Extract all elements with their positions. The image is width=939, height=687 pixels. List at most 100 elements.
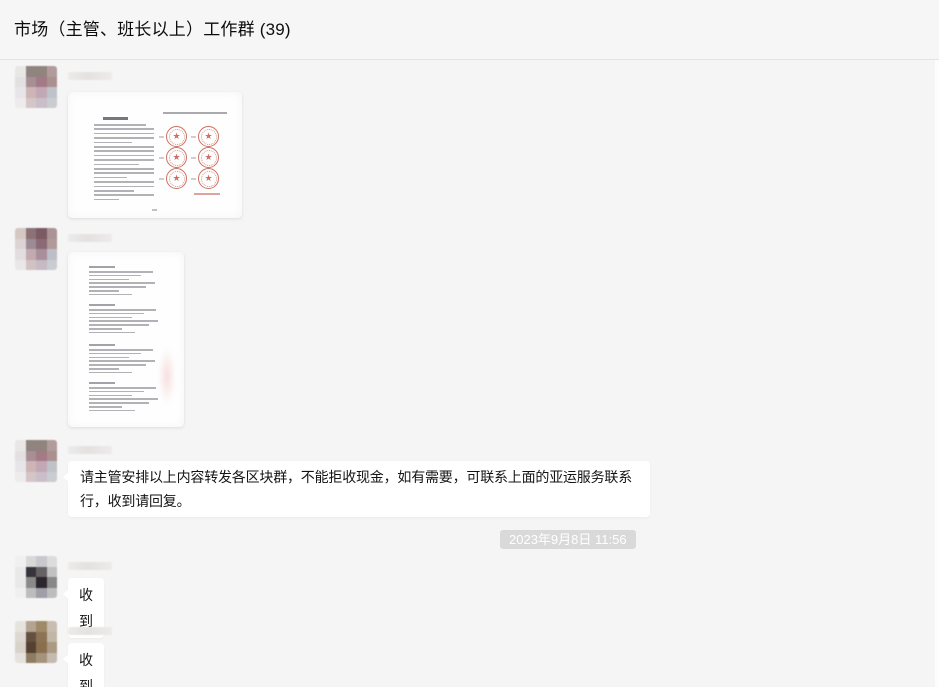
doc-text-line bbox=[94, 150, 154, 152]
avatar-pixel bbox=[36, 577, 47, 588]
avatar-pixel bbox=[36, 77, 47, 88]
doc-text-line bbox=[89, 332, 135, 334]
avatar-pixel bbox=[36, 66, 47, 77]
doc-text-line bbox=[89, 328, 122, 330]
avatar-pixel bbox=[15, 228, 26, 239]
avatar-pixel bbox=[26, 621, 37, 632]
doc-block-header-line bbox=[89, 382, 115, 384]
doc-mark bbox=[159, 136, 164, 138]
avatar-pixel bbox=[15, 98, 26, 109]
avatar-pixel bbox=[26, 588, 37, 599]
avatar[interactable] bbox=[15, 228, 57, 270]
doc-text-line bbox=[94, 146, 154, 148]
doc-text-line bbox=[89, 353, 141, 355]
doc-text-line bbox=[89, 275, 141, 277]
attachment-image-document-text[interactable] bbox=[68, 252, 184, 427]
doc-block-header-line bbox=[89, 344, 115, 346]
avatar-pixel bbox=[47, 239, 58, 250]
avatar-pixel bbox=[26, 260, 37, 271]
avatar-pixel bbox=[15, 621, 26, 632]
avatar-pixel bbox=[36, 632, 47, 643]
doc-text-line bbox=[94, 177, 127, 179]
avatar-pixel bbox=[36, 440, 47, 451]
doc-text-line bbox=[89, 349, 153, 351]
doc-block-header-line bbox=[89, 304, 115, 306]
doc-text-line bbox=[89, 313, 144, 315]
avatar-pixel bbox=[26, 66, 37, 77]
doc-text-line bbox=[94, 181, 154, 183]
doc-text-line bbox=[89, 395, 132, 397]
sender-name-redacted bbox=[68, 627, 112, 635]
avatar-pixel bbox=[26, 577, 37, 588]
doc-text-line bbox=[89, 282, 155, 284]
avatar-pixel bbox=[47, 588, 58, 599]
doc-text-line bbox=[89, 402, 149, 404]
doc-text-line bbox=[89, 364, 146, 366]
avatar[interactable] bbox=[15, 621, 57, 663]
chat-header: 市场（主管、班长以上）工作群 (39) bbox=[0, 0, 939, 60]
avatar-pixel bbox=[15, 577, 26, 588]
avatar-pixel bbox=[47, 642, 58, 653]
timestamp-badge: 2023年9月8日 11:56 bbox=[500, 530, 636, 549]
avatar-pixel bbox=[15, 77, 26, 88]
avatar-pixel bbox=[15, 461, 26, 472]
star-icon: ★ bbox=[199, 148, 218, 167]
doc-text-line bbox=[94, 168, 154, 170]
avatar-pixel bbox=[26, 567, 37, 578]
avatar-pixel bbox=[15, 556, 26, 567]
sender-name-redacted bbox=[68, 562, 112, 570]
doc-text-line bbox=[89, 410, 135, 412]
doc-text-line bbox=[94, 186, 154, 188]
doc-mark bbox=[191, 178, 196, 180]
star-icon: ★ bbox=[199, 127, 218, 146]
doc-text-line bbox=[89, 360, 155, 362]
doc-header-line bbox=[163, 112, 227, 114]
red-seal-stamp-icon: ★ bbox=[166, 168, 187, 189]
avatar-pixel bbox=[15, 472, 26, 483]
avatar-pixel bbox=[47, 472, 58, 483]
doc-text-line bbox=[94, 155, 154, 157]
doc-mark bbox=[159, 178, 164, 180]
red-seal-stamp-icon: ★ bbox=[198, 147, 219, 168]
avatar-pixel bbox=[36, 451, 47, 462]
doc-text-line bbox=[89, 387, 156, 389]
avatar-pixel bbox=[47, 632, 58, 643]
avatar-pixel bbox=[15, 87, 26, 98]
avatar-pixel bbox=[26, 642, 37, 653]
doc-text-line bbox=[89, 320, 158, 322]
avatar[interactable] bbox=[15, 440, 57, 482]
avatar-pixel bbox=[26, 632, 37, 643]
avatar-pixel bbox=[26, 461, 37, 472]
avatar-pixel bbox=[26, 87, 37, 98]
avatar[interactable] bbox=[15, 66, 57, 108]
chat-window: 市场（主管、班长以上）工作群 (39) ★★★★★★ 请主管安排以上内容转发各区… bbox=[0, 0, 939, 687]
avatar-pixel bbox=[36, 642, 47, 653]
avatar-pixel bbox=[47, 77, 58, 88]
avatar-pixel bbox=[15, 642, 26, 653]
doc-text-line bbox=[89, 309, 156, 311]
doc-text-line bbox=[89, 324, 149, 326]
red-seal-stamp-icon: ★ bbox=[166, 126, 187, 147]
avatar-pixel bbox=[36, 567, 47, 578]
attachment-image-document-seals[interactable]: ★★★★★★ bbox=[68, 92, 242, 218]
avatar-pixel bbox=[36, 239, 47, 250]
doc-red-date-line bbox=[194, 193, 220, 195]
avatar-pixel bbox=[47, 249, 58, 260]
avatar-pixel bbox=[47, 228, 58, 239]
avatar-pixel bbox=[36, 260, 47, 271]
scrollbar-track[interactable] bbox=[935, 60, 939, 687]
avatar-pixel bbox=[26, 556, 37, 567]
avatar-pixel bbox=[26, 98, 37, 109]
doc-mark bbox=[191, 157, 196, 159]
avatar-pixel bbox=[15, 567, 26, 578]
avatar-pixel bbox=[36, 228, 47, 239]
avatar-pixel bbox=[36, 461, 47, 472]
doc-text-line bbox=[89, 317, 132, 319]
doc-text-line bbox=[89, 294, 132, 296]
chat-title: 市场（主管、班长以上）工作群 (39) bbox=[14, 0, 291, 59]
doc-text-line bbox=[94, 194, 154, 196]
avatar-pixel bbox=[47, 556, 58, 567]
doc-text-line bbox=[89, 368, 119, 370]
doc-text-line bbox=[94, 190, 134, 192]
avatar[interactable] bbox=[15, 556, 57, 598]
